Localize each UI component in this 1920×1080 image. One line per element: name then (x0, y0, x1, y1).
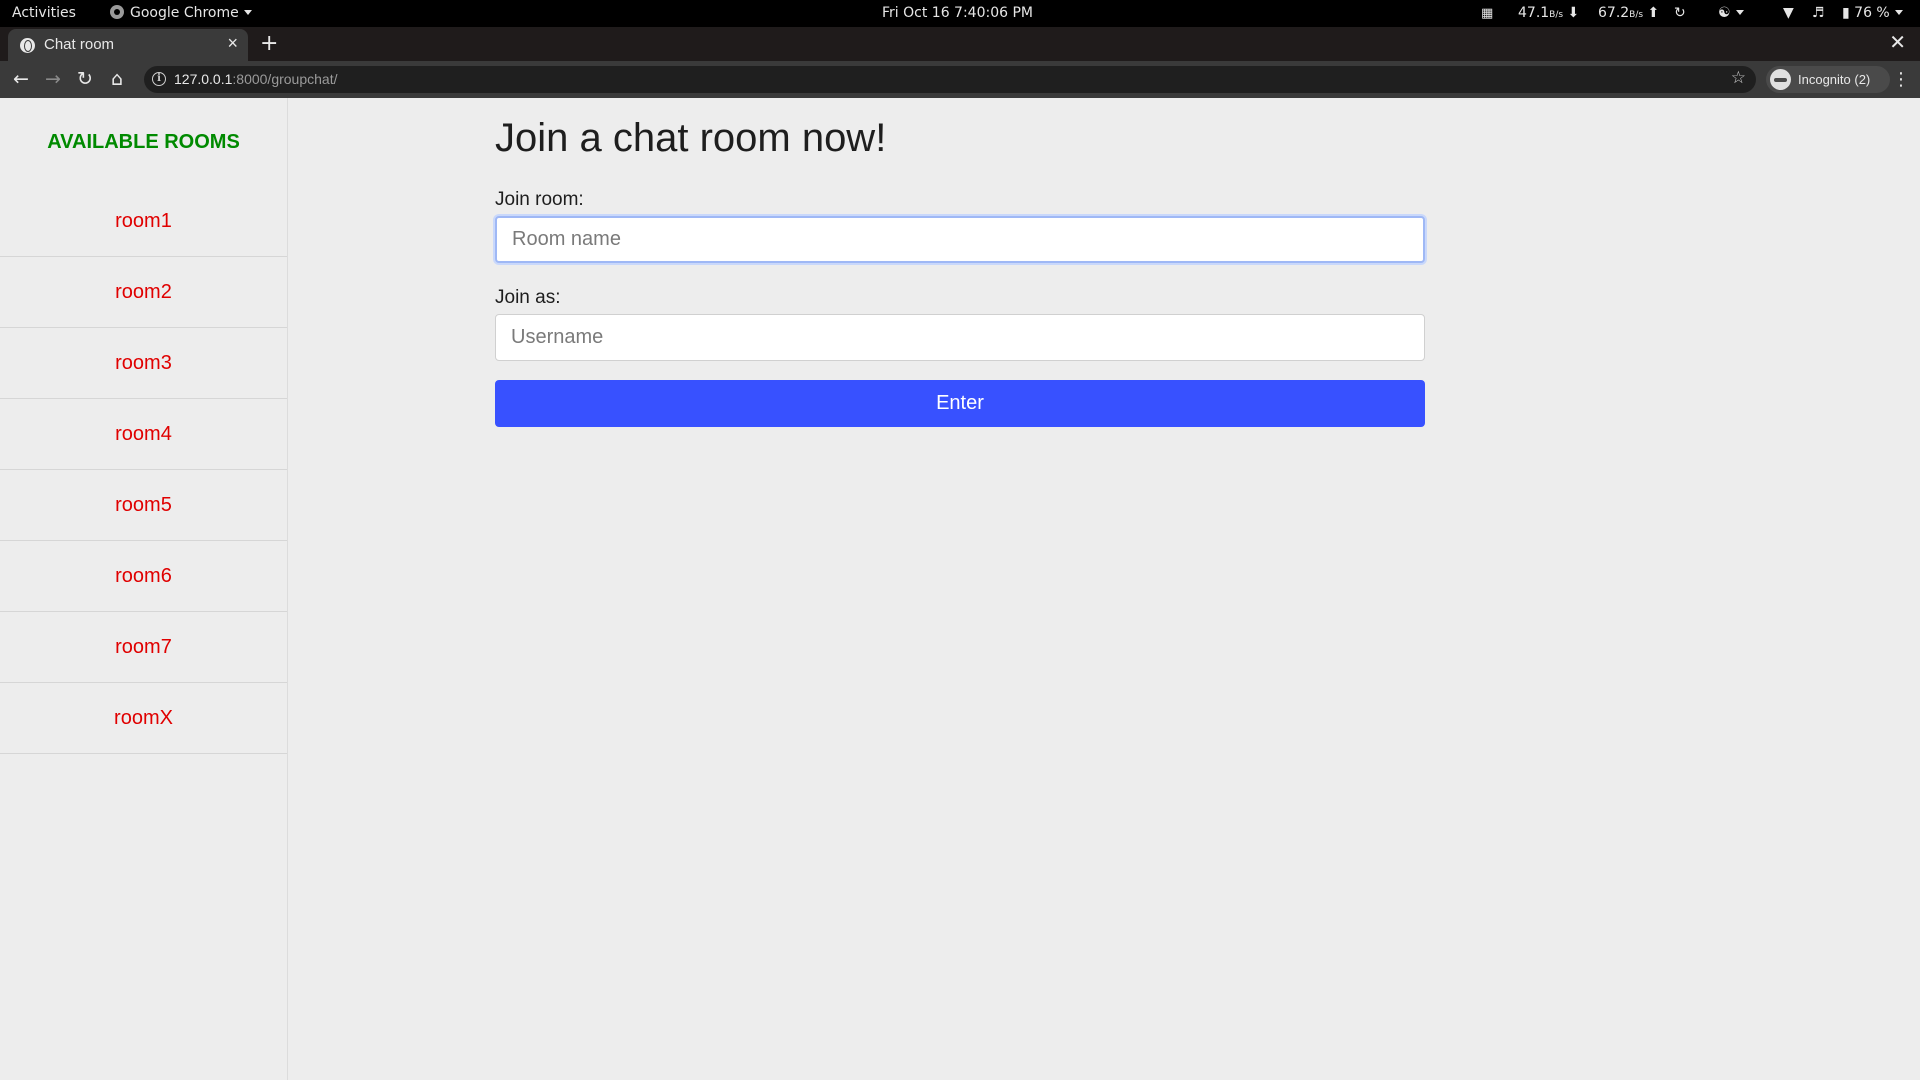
address-bar[interactable]: i 127.0.0.1:8000/groupchat/ ☆ (144, 66, 1756, 93)
battery-icon: ▮ (1842, 5, 1850, 21)
room-link[interactable]: roomX (0, 683, 287, 754)
tab-strip: Chat room × (0, 27, 1920, 61)
username-label: Join as: (495, 287, 561, 308)
wifi-icon[interactable]: ▼ (1783, 0, 1794, 27)
url-text[interactable]: 127.0.0.1:8000/groupchat/ (174, 71, 337, 87)
arrow-up-icon: ⬆ (1647, 5, 1660, 21)
enter-button[interactable]: Enter (495, 380, 1425, 427)
battery-percent: 76 % (1854, 5, 1890, 21)
room-link[interactable]: room6 (0, 541, 287, 612)
close-window-icon[interactable]: ✕ (1889, 30, 1906, 54)
username-input[interactable] (495, 314, 1425, 361)
incognito-profile-button[interactable]: Incognito (2) (1766, 66, 1890, 93)
room-link[interactable]: room5 (0, 470, 287, 541)
room-link[interactable]: room2 (0, 257, 287, 328)
incognito-label: Incognito (2) (1798, 72, 1871, 87)
room-name-input[interactable] (495, 216, 1425, 263)
room-link[interactable]: room7 (0, 612, 287, 683)
room-name-label: Join room: (495, 189, 584, 210)
menu-kebab-icon[interactable]: ⋮ (1892, 61, 1910, 98)
battery-status[interactable]: ▮ 76 % (1842, 0, 1903, 27)
chevron-down-icon (243, 10, 252, 15)
url-path: :8000/groupchat/ (232, 71, 338, 87)
app-menu-label: Google Chrome (130, 5, 239, 21)
new-tab-button[interactable]: + (260, 31, 278, 56)
sidebar-title: AVAILABLE ROOMS (47, 131, 240, 153)
info-icon[interactable]: i (152, 72, 166, 86)
app-menu[interactable]: Google Chrome (110, 0, 252, 27)
room-link[interactable]: room4 (0, 399, 287, 470)
home-icon[interactable]: ⌂ (104, 61, 130, 98)
globe-icon (20, 38, 35, 53)
url-host: 127.0.0.1 (174, 71, 233, 87)
room-link[interactable]: room1 (0, 186, 287, 257)
chrome-app-icon (110, 5, 124, 19)
close-tab-icon[interactable]: × (227, 33, 238, 54)
network-speed-down: 47.1B/s ⬇ (1518, 0, 1579, 27)
net-up-unit: B/s (1629, 10, 1644, 20)
reload-icon[interactable]: ↻ (72, 61, 98, 98)
page-title: Join a chat room now! (495, 116, 887, 160)
arrow-down-icon: ⬇ (1567, 5, 1580, 21)
grid-icon: ▦ (1481, 6, 1494, 21)
back-icon[interactable]: ← (8, 61, 34, 98)
browser-toolbar: ← → ↻ ⌂ i 127.0.0.1:8000/groupchat/ ☆ In… (0, 61, 1920, 98)
bookmark-star-icon[interactable]: ☆ (1731, 68, 1746, 88)
room-link[interactable]: room3 (0, 328, 287, 399)
page-content: AVAILABLE ROOMS room1 room2 room3 room4 … (0, 98, 1920, 1080)
volume-icon[interactable]: ♬ (1812, 0, 1825, 27)
network-speed-up: 67.2B/s ⬆ (1598, 0, 1659, 27)
accessibility-icon[interactable]: ☯ (1718, 0, 1744, 27)
incognito-icon (1770, 69, 1791, 90)
sync-icon: ↻ (1674, 5, 1686, 21)
activities-button[interactable]: Activities (12, 0, 76, 27)
clock[interactable]: Fri Oct 16 7:40:06 PM (882, 0, 1033, 27)
tab-chat-room[interactable]: Chat room × (8, 29, 248, 61)
net-down-unit: B/s (1549, 10, 1564, 20)
rooms-sidebar: AVAILABLE ROOMS room1 room2 room3 room4 … (0, 98, 288, 1080)
tab-title: Chat room (44, 36, 115, 53)
net-down-value: 47.1 (1518, 5, 1550, 21)
net-up-value: 67.2 (1598, 5, 1630, 21)
system-top-bar: Activities Google Chrome Fri Oct 16 7:40… (0, 0, 1920, 27)
forward-icon[interactable]: → (40, 61, 66, 98)
